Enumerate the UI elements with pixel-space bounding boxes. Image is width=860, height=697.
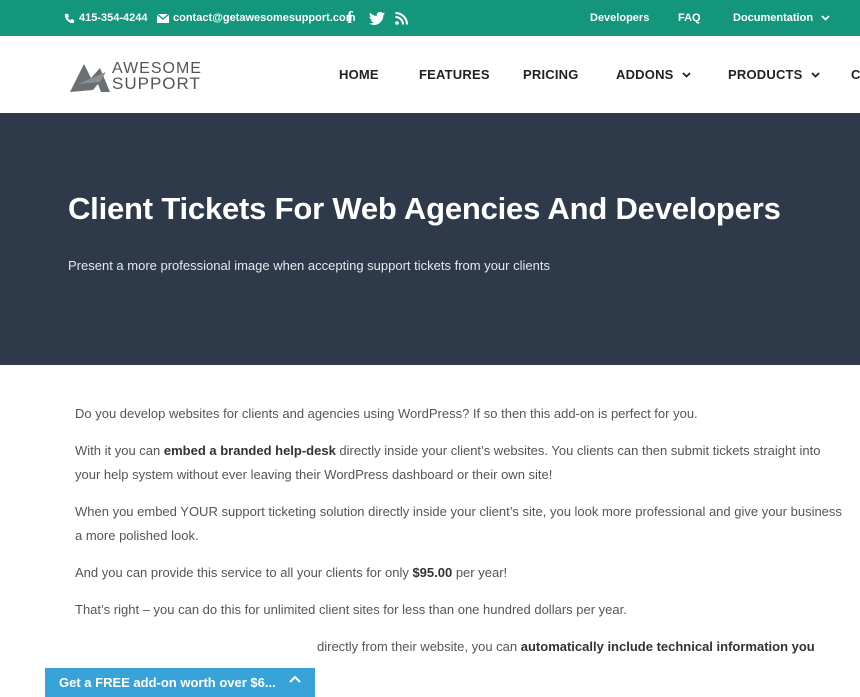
email-link[interactable]: contact@getawesomesupport.com <box>157 0 355 36</box>
hero-banner: Client Tickets For Web Agencies And Deve… <box>0 113 860 365</box>
chevron-down-icon <box>810 71 820 78</box>
paragraph-intro: Do you develop websites for clients and … <box>75 406 698 421</box>
nav-products-label: PRODUCTS <box>728 67 803 82</box>
paragraph-price: And you can provide this service to all … <box>75 561 845 585</box>
logo-line-support: SUPPORT <box>112 74 201 93</box>
envelope-icon <box>157 13 169 23</box>
free-addon-cta-bar[interactable]: Get a FREE add-on worth over $6... <box>45 668 315 697</box>
logo-mark-icon <box>70 64 110 92</box>
documentation-label: Documentation <box>733 12 814 24</box>
cta-label: Get a FREE add-on worth over $6... <box>59 675 276 690</box>
paragraph-professional: When you embed YOUR support ticketing so… <box>75 504 842 543</box>
paragraph-technical-bold: automatically include technical informat… <box>520 639 815 654</box>
chevron-down-icon <box>681 71 691 78</box>
email-text: contact@getawesomesupport.com <box>173 12 356 24</box>
phone-link[interactable]: 415-354-4244 <box>64 0 148 36</box>
topbar-link-developers[interactable]: Developers <box>590 0 649 36</box>
nav-pricing[interactable]: PRICING <box>523 36 579 113</box>
nav-home[interactable]: HOME <box>339 36 379 113</box>
logo[interactable]: AWESOME SUPPORT <box>70 56 202 96</box>
nav-products[interactable]: PRODUCTS <box>728 36 820 113</box>
facebook-icon[interactable]: f <box>347 0 353 36</box>
phone-text: 415-354-4244 <box>79 12 148 24</box>
chevron-down-icon <box>821 15 830 21</box>
rss-icon[interactable] <box>395 0 408 36</box>
paragraph-embed-text-1: With it you can <box>75 443 164 458</box>
paragraph-price-text-1: And you can provide this service to all … <box>75 565 413 580</box>
nav-item-truncated[interactable]: C <box>851 36 860 113</box>
top-bar: 415-354-4244 contact@getawesomesupport.c… <box>0 0 860 36</box>
chevron-up-icon[interactable] <box>289 675 301 683</box>
logo-text: AWESOME SUPPORT <box>112 61 202 93</box>
paragraph-unlimited: That’s right – you can do this for unlim… <box>75 602 627 617</box>
topbar-link-documentation[interactable]: Documentation <box>733 0 830 36</box>
main-content: Do you develop websites for clients and … <box>75 402 845 659</box>
page-title: Client Tickets For Web Agencies And Deve… <box>68 191 781 226</box>
site-header: AWESOME SUPPORT HOME FEATURES PRICING AD… <box>0 36 860 113</box>
paragraph-embed: With it you can embed a branded help-des… <box>75 439 845 487</box>
paragraph-technical: directly from their website, you can aut… <box>75 635 845 659</box>
paragraph-technical-text: directly from their website, you can <box>317 639 521 654</box>
twitter-icon[interactable] <box>369 0 385 36</box>
phone-icon <box>64 13 75 23</box>
nav-features[interactable]: FEATURES <box>419 36 490 113</box>
topbar-link-faq[interactable]: FAQ <box>678 0 701 36</box>
nav-addons-label: ADDONS <box>616 67 674 82</box>
paragraph-embed-bold: embed a branded help-desk <box>163 443 336 458</box>
price-value: $95.00 <box>412 565 453 580</box>
page-subtitle: Present a more professional image when a… <box>68 258 550 273</box>
nav-addons[interactable]: ADDONS <box>616 36 691 113</box>
paragraph-price-text-2: per year! <box>452 565 508 580</box>
